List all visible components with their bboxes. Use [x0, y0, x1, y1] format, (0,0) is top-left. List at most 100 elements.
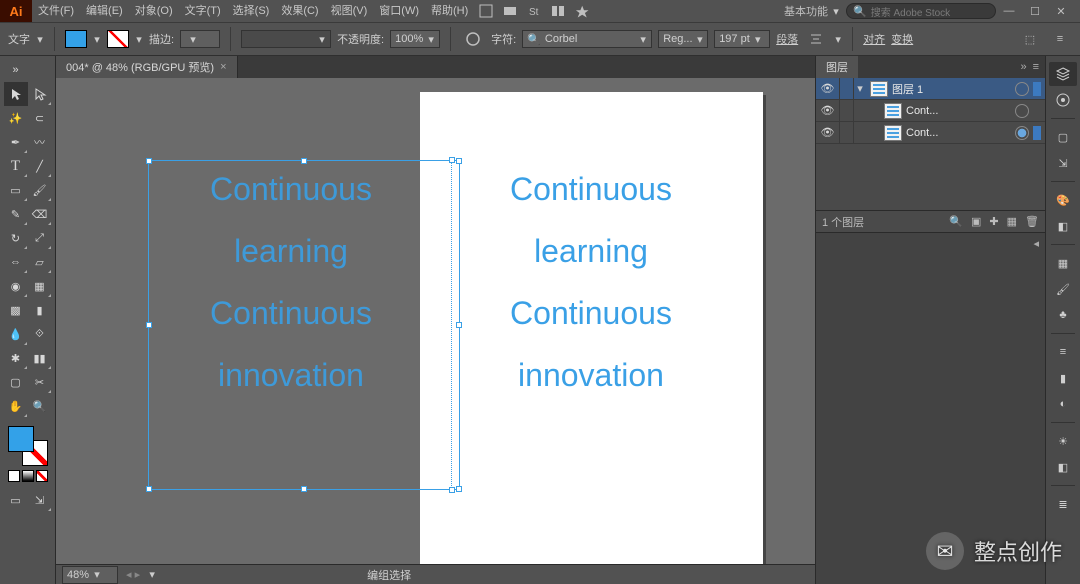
delete-layer-icon[interactable]: 🗑: [1025, 215, 1039, 228]
column-graph-tool[interactable]: ▮▮: [28, 346, 52, 370]
layer-row[interactable]: 👁 ▾ 图层 1: [816, 78, 1045, 100]
stroke-swatch[interactable]: [107, 30, 129, 48]
menu-window[interactable]: 窗口(W): [373, 0, 425, 22]
symbol-sprayer-tool[interactable]: ✱: [4, 346, 28, 370]
visibility-toggle[interactable]: 👁: [816, 122, 840, 144]
slice-tool[interactable]: ✂: [28, 370, 52, 394]
hand-tool[interactable]: ✋: [4, 394, 28, 418]
layers-rail-icon[interactable]: [1049, 62, 1077, 86]
menu-object[interactable]: 对象(O): [129, 0, 179, 22]
target-icon[interactable]: [1015, 104, 1029, 118]
target-icon[interactable]: [1015, 82, 1029, 96]
fill-dropdown[interactable]: ▾: [93, 35, 101, 43]
zoom-tool[interactable]: 🔍: [28, 394, 52, 418]
make-clipping-mask-icon[interactable]: ▣: [971, 215, 981, 228]
scale-tool[interactable]: ⤢: [28, 226, 52, 250]
text-object-left[interactable]: Continuous learning Continuous innovatio…: [156, 158, 426, 406]
appearance-rail-icon[interactable]: ☀: [1049, 429, 1077, 453]
menu-select[interactable]: 选择(S): [227, 0, 276, 22]
expand-twisty[interactable]: ▾: [854, 82, 866, 95]
line-tool[interactable]: ╱: [28, 154, 52, 178]
color-mode-gradient[interactable]: [22, 470, 34, 482]
menu-file[interactable]: 文件(F): [32, 0, 80, 22]
paragraph-label[interactable]: 段落: [776, 31, 798, 47]
color-rail-icon[interactable]: 🎨: [1049, 188, 1077, 212]
swatches-rail-icon[interactable]: ▦: [1049, 251, 1077, 275]
eraser-tool[interactable]: ⌫: [28, 202, 52, 226]
align-panel-label[interactable]: 对齐: [863, 31, 885, 47]
fill-swatch[interactable]: [65, 30, 87, 48]
brushes-rail-icon[interactable]: 🖌: [1049, 277, 1077, 301]
bridge-icon[interactable]: [500, 1, 520, 21]
text-object-right[interactable]: Continuous learning Continuous innovatio…: [456, 158, 726, 406]
menu-edit[interactable]: 编辑(E): [80, 0, 129, 22]
locate-object-icon[interactable]: 🔍: [949, 215, 963, 228]
lasso-tool[interactable]: ⊂: [28, 106, 52, 130]
gradient-rail-icon[interactable]: ▮: [1049, 366, 1077, 390]
font-family-input[interactable]: 🔍 Corbel ▾: [522, 30, 652, 48]
arrange-docs-icon[interactable]: [548, 1, 568, 21]
visibility-toggle[interactable]: 👁: [816, 100, 840, 122]
curvature-tool[interactable]: 〰: [28, 130, 52, 154]
font-style-input[interactable]: Reg...▾: [658, 30, 708, 48]
transparency-rail-icon[interactable]: ◐: [1049, 392, 1077, 416]
visibility-toggle[interactable]: 👁: [816, 78, 840, 100]
stock-search-input[interactable]: 🔍 搜索 Adobe Stock: [846, 3, 996, 19]
stroke-dropdown[interactable]: ▾: [135, 35, 143, 43]
fill-stroke-indicator[interactable]: [8, 426, 48, 466]
lock-toggle[interactable]: [840, 122, 854, 144]
tool-preset-dropdown[interactable]: ▾: [36, 35, 44, 43]
window-close[interactable]: ✕: [1048, 1, 1074, 21]
paintbrush-tool[interactable]: 🖌: [28, 178, 52, 202]
layer-name[interactable]: Cont...: [906, 127, 1011, 139]
lock-toggle[interactable]: [840, 100, 854, 122]
document-tab[interactable]: 004* @ 48% (RGB/GPU 预览) ×: [56, 56, 238, 78]
artboards-rail-icon[interactable]: ▢: [1049, 125, 1077, 149]
color-mode-solid[interactable]: [8, 470, 20, 482]
perspective-grid-tool[interactable]: ▦: [28, 274, 52, 298]
pen-tool[interactable]: ✒: [4, 130, 28, 154]
lock-toggle[interactable]: [840, 78, 854, 100]
new-layer-icon[interactable]: ▦: [1007, 215, 1017, 228]
isolate-group-icon[interactable]: ⬚: [1020, 29, 1040, 49]
artboard-tool[interactable]: ▢: [4, 370, 28, 394]
shape-builder-tool[interactable]: ◉: [4, 274, 28, 298]
panel-collapse-icon[interactable]: ◂: [1033, 237, 1039, 250]
selection-tool[interactable]: [4, 82, 28, 106]
mesh-tool[interactable]: ▩: [4, 298, 28, 322]
free-transform-tool[interactable]: ▱: [28, 250, 52, 274]
layer-row[interactable]: 👁 Cont...: [816, 100, 1045, 122]
gradient-tool[interactable]: ▮: [28, 298, 52, 322]
workspace-switcher[interactable]: 基本功能 ▾: [778, 3, 846, 19]
align-center-icon[interactable]: [806, 29, 826, 49]
panel-menu-icon[interactable]: ≡: [1033, 61, 1039, 73]
font-size-input[interactable]: 197 pt▾: [714, 30, 770, 48]
zoom-level-input[interactable]: 48%▾: [62, 566, 118, 584]
para-align-dropdown[interactable]: ▾: [834, 35, 842, 43]
eyedropper-tool[interactable]: 💧: [4, 322, 28, 346]
stroke-weight-input[interactable]: ▾: [180, 30, 220, 48]
color-guide-rail-icon[interactable]: ◧: [1049, 214, 1077, 238]
expand-tools-icon[interactable]: »: [4, 58, 28, 82]
rotate-tool[interactable]: ↻: [4, 226, 28, 250]
align-rail-icon[interactable]: ≣: [1049, 492, 1077, 516]
gpu-icon[interactable]: [572, 1, 592, 21]
menu-help[interactable]: 帮助(H): [425, 0, 474, 22]
layer-name[interactable]: 图层 1: [892, 81, 1011, 97]
graphic-styles-rail-icon[interactable]: ◧: [1049, 455, 1077, 479]
screen-mode-normal[interactable]: ▭: [4, 488, 28, 512]
cloud-docs-icon[interactable]: [476, 1, 496, 21]
layers-tab[interactable]: 图层: [816, 56, 858, 78]
transform-panel-label[interactable]: 变换: [891, 31, 913, 47]
window-minimize[interactable]: —: [996, 1, 1022, 21]
create-sublayer-icon[interactable]: ✚: [989, 215, 998, 228]
panel-collapse-icon[interactable]: »: [1020, 61, 1026, 73]
width-tool[interactable]: ⇔: [4, 250, 28, 274]
recolor-icon[interactable]: [463, 29, 483, 49]
menu-type[interactable]: 文字(T): [179, 0, 227, 22]
blend-tool[interactable]: ⟐: [28, 322, 52, 346]
opacity-input[interactable]: 100%▾: [390, 30, 440, 48]
stock-icon[interactable]: St: [524, 1, 544, 21]
menu-effect[interactable]: 效果(C): [275, 0, 324, 22]
rectangle-tool[interactable]: ▭: [4, 178, 28, 202]
